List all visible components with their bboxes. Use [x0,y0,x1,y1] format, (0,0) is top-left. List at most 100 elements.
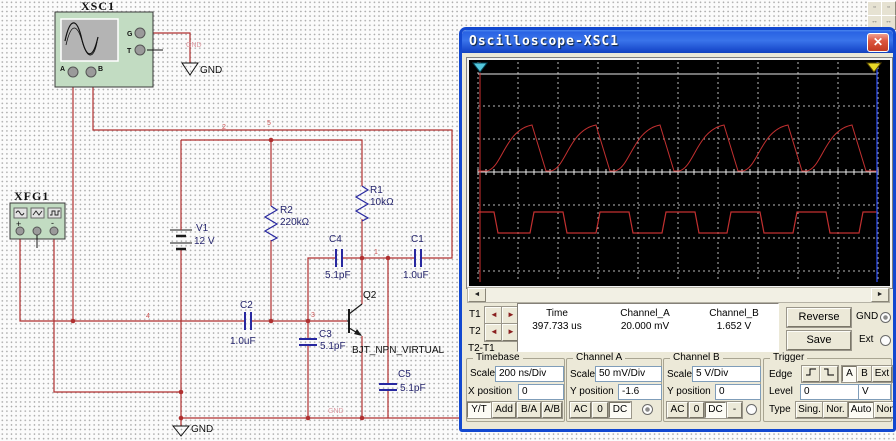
timebase-scale-field[interactable]: 200 ns/Div [495,366,564,382]
terminal-t-label: T [127,48,132,55]
trigger-source-a-button[interactable]: A [842,366,857,382]
channel-a-dc-button[interactable]: DC [609,402,631,418]
wires[interactable] [20,33,462,426]
xfg-minus-label: - [51,218,54,228]
trigger-level-unit: V [858,384,891,400]
terminal-b[interactable] [86,67,96,77]
channel-a-ac-button[interactable]: AC [570,402,591,418]
toolbar-icon[interactable]: ▫ [867,1,882,16]
ext-radio[interactable] [880,335,891,346]
close-button[interactable]: ✕ [867,33,889,52]
trigger-type-sing-button[interactable]: Sing. [796,402,823,418]
reverse-button[interactable]: Reverse [787,308,851,327]
oscilloscope-window[interactable]: Oscilloscope-XSC1 ✕ ◄ ► T1 ◄ ► T2 ◄ ► T2… [459,27,896,432]
channel-a-scale-field[interactable]: 50 mV/Div [595,366,662,382]
battery-v1[interactable]: V1 12 V [170,140,215,249]
t2-marker[interactable] [867,63,881,72]
r1-value: 10kΩ [370,197,394,208]
save-button[interactable]: Save [787,331,851,350]
channel-b-header: Channel B [670,352,723,363]
c2-ref: C2 [240,300,253,311]
t2-left-button[interactable]: ◄ [485,324,503,341]
t1-marker[interactable] [473,63,487,72]
falling-edge-button[interactable] [820,366,838,382]
terminal-a-label: A [60,66,65,73]
net-label-5: 5 [267,120,271,127]
function-generator-symbol[interactable]: + - XFG1 [10,189,65,248]
ba-mode-button[interactable]: B/A [517,402,541,418]
channel-b-zero-button[interactable]: 0 [689,402,704,418]
c3-ref: C3 [319,329,332,340]
ext-trigger-label: Ext [859,334,873,345]
c3-value: 5.1pF [320,341,346,352]
timebase-xpos-field[interactable]: 0 [518,384,564,400]
xfg-plus-label: + [16,219,21,229]
channel-a-zero-button[interactable]: 0 [592,402,608,418]
trigger-header: Trigger [770,352,807,363]
gnd-top-label: GND [200,65,222,76]
gnd-bottom-label: GND [191,424,213,435]
t2-label: T2 [469,326,481,337]
gnd-symbol-bottom[interactable]: GND GND [173,408,344,436]
window-titlebar[interactable]: Oscilloscope-XSC1 ✕ [462,30,893,53]
v1-ref: V1 [196,223,209,234]
trigger-type-none-button[interactable]: None [874,402,896,418]
trigger-type-label: Type [769,404,791,415]
window-title: Oscilloscope-XSC1 [469,34,619,49]
add-mode-button[interactable]: Add [492,402,516,418]
c4-value: 5.1pF [325,270,351,281]
measurement-readout: Time Channel_A Channel_B 397.733 us 20.0… [517,303,779,352]
channel-b-minus-button[interactable]: - [727,402,742,418]
xfg-common-terminal[interactable] [33,227,41,235]
q2-ref: Q2 [363,290,377,301]
terminal-g[interactable] [135,28,145,38]
terminal-a[interactable] [68,67,78,77]
channel-b-ac-button[interactable]: AC [667,402,688,418]
scope-display [467,58,892,288]
net-gnd-top-label: GND [186,42,202,49]
channel-b-ypos-field[interactable]: 0 [715,384,761,400]
trigger-level-label: Level [769,386,793,397]
terminal-g-label: G [127,31,133,38]
channel-a-ypos-field[interactable]: -1.6 [618,384,662,400]
trigger-type-auto-button[interactable]: Auto [848,402,874,418]
channel-a-ypos-label: Y position [570,386,614,397]
resistor-r2[interactable]: R2 220kΩ [265,205,310,241]
c1-ref: C1 [411,234,424,245]
scroll-left-button[interactable]: ◄ [468,288,486,302]
trigger-source-ext-button[interactable]: Ext [872,366,892,382]
square-mode-icon[interactable] [48,208,61,218]
xfg1-title: XFG1 [14,189,49,203]
channel-b-scale-label: Scale [667,369,692,380]
trigger-source-b-button[interactable]: B [857,366,872,382]
toolbar-icon[interactable]: ▫ [881,1,896,16]
resistor-r1[interactable]: R1 10kΩ [356,185,394,221]
xsc1-title: XSC1 [81,0,115,13]
scope-scrollbar[interactable]: ◄ ► [467,287,890,303]
channel-b-dc-button[interactable]: DC [705,402,726,418]
c4-ref: C4 [329,234,342,245]
timebase-scale-label: Scale [470,368,495,379]
oscilloscope-symbol[interactable]: G T A B XSC1 [55,0,163,87]
yt-mode-button[interactable]: Y/T [467,402,491,418]
scroll-right-button[interactable]: ► [871,288,889,302]
t1-label: T1 [469,309,481,320]
terminal-t[interactable] [135,45,145,55]
net-gnd-bottom-label: GND [328,408,344,415]
ab-mode-button[interactable]: A/B [542,402,562,418]
cap-c2 [245,312,251,330]
time-column-header: Time [518,308,596,319]
rising-edge-button[interactable] [802,366,820,382]
channel-b-scale-field[interactable]: 5 V/Div [692,366,761,382]
gnd-radio[interactable] [880,312,891,323]
xfg-minus-terminal[interactable] [50,227,58,235]
gnd-symbol-top[interactable]: GND GND [182,42,222,76]
time-value: 397.733 us [518,321,596,332]
channel-a-scale-label: Scale [570,369,595,380]
trigger-level-field[interactable]: 0 [800,384,859,400]
q2-model-label: BJT_NPN_VIRTUAL [352,345,445,356]
t1-left-button[interactable]: ◄ [485,307,503,324]
net-label-3: 3 [311,312,315,319]
trigger-type-nor-button[interactable]: Nor. [823,402,848,418]
channel-a-indicator [642,404,653,415]
